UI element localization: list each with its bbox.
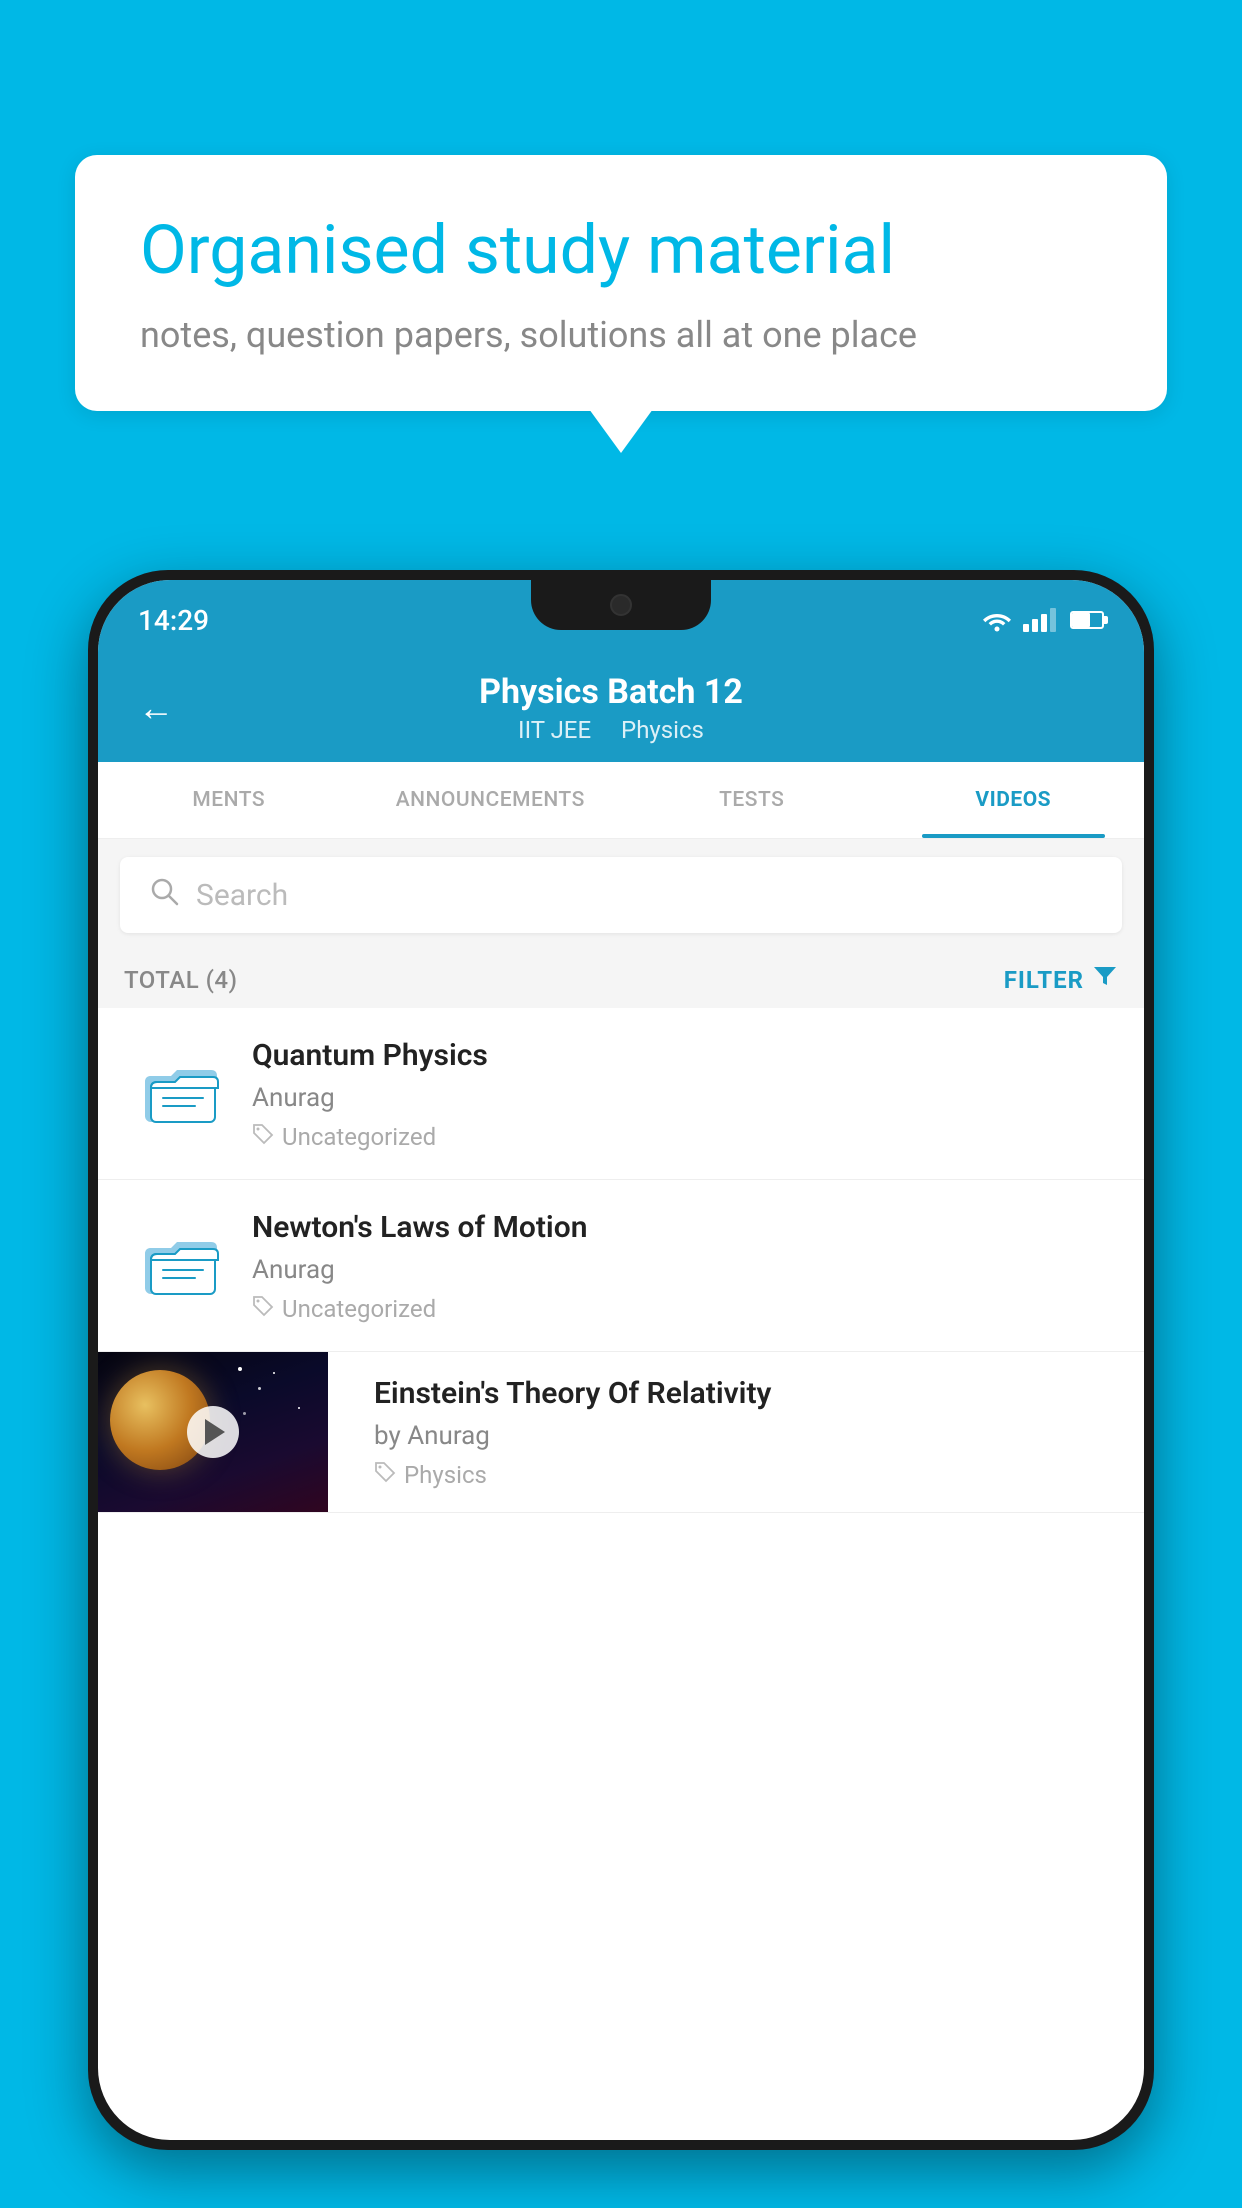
video-tag-text: Uncategorized (282, 1295, 436, 1323)
list-item[interactable]: Newton's Laws of Motion Anurag Uncategor… (98, 1180, 1144, 1352)
video-tag: Uncategorized (252, 1123, 1118, 1151)
filter-bar: TOTAL (4) FILTER (98, 951, 1144, 1008)
search-icon (148, 875, 180, 915)
video-info: Quantum Physics Anurag Uncategorized (252, 1036, 1118, 1151)
video-tag-text: Physics (404, 1461, 487, 1489)
tab-videos[interactable]: VIDEOS (883, 762, 1145, 838)
thumbnail-image (98, 1352, 328, 1512)
video-info: Einstein's Theory Of Relativity by Anura… (352, 1352, 1144, 1512)
video-title: Quantum Physics (252, 1036, 1118, 1075)
filter-label: FILTER (1004, 966, 1084, 994)
folder-icon (138, 1044, 228, 1134)
tag-icon (252, 1295, 274, 1323)
search-placeholder: Search (196, 878, 288, 913)
filter-funnel-icon (1092, 963, 1118, 996)
subtitle-part1: IIT JEE (518, 716, 591, 744)
speech-bubble-headline: Organised study material (140, 210, 1102, 292)
tab-announcements[interactable]: ANNOUNCEMENTS (360, 762, 622, 838)
signal-icon (1023, 608, 1056, 632)
tab-tests[interactable]: TESTS (621, 762, 883, 838)
phone-screen: 14:29 (98, 580, 1144, 2140)
list-item[interactable]: Quantum Physics Anurag Uncategorized (98, 1008, 1144, 1180)
status-time: 14:29 (138, 604, 209, 637)
search-bar[interactable]: Search (120, 857, 1122, 933)
speech-bubble-container: Organised study material notes, question… (75, 155, 1167, 411)
video-tag-text: Uncategorized (282, 1123, 436, 1151)
header-title-section: Physics Batch 12 IIT JEE Physics (194, 672, 1028, 744)
video-tag: Uncategorized (252, 1295, 1118, 1323)
battery-icon (1070, 611, 1104, 629)
video-author: Anurag (252, 1083, 1118, 1113)
list-item[interactable]: Einstein's Theory Of Relativity by Anura… (98, 1352, 1144, 1513)
tag-icon (252, 1123, 274, 1151)
play-button[interactable] (187, 1406, 239, 1458)
video-title: Einstein's Theory Of Relativity (374, 1374, 1122, 1413)
video-title: Newton's Laws of Motion (252, 1208, 1118, 1247)
tab-bar: MENTS ANNOUNCEMENTS TESTS VIDEOS (98, 762, 1144, 839)
video-tag: Physics (374, 1461, 1122, 1489)
video-thumbnail (98, 1352, 328, 1512)
search-container: Search (98, 839, 1144, 951)
folder-icon (138, 1216, 228, 1306)
tab-ments[interactable]: MENTS (98, 762, 360, 838)
back-button[interactable]: ← (138, 687, 174, 729)
video-list: Quantum Physics Anurag Uncategorized (98, 1008, 1144, 1513)
wifi-icon (981, 608, 1013, 632)
subtitle-part2: Physics (621, 716, 704, 744)
video-author: Anurag (252, 1255, 1118, 1285)
header-title: Physics Batch 12 (194, 672, 1028, 712)
speech-bubble: Organised study material notes, question… (75, 155, 1167, 411)
tag-icon (374, 1461, 396, 1489)
header-subtitle: IIT JEE Physics (194, 716, 1028, 744)
phone-frame: 14:29 (88, 570, 1154, 2150)
video-author: by Anurag (374, 1421, 1122, 1451)
video-info: Newton's Laws of Motion Anurag Uncategor… (252, 1208, 1118, 1323)
status-icons (981, 608, 1104, 632)
front-camera (610, 594, 632, 616)
total-count: TOTAL (4) (124, 966, 237, 994)
filter-button[interactable]: FILTER (1004, 963, 1118, 996)
notch (531, 580, 711, 630)
speech-bubble-subtext: notes, question papers, solutions all at… (140, 314, 1102, 356)
app-header: ← Physics Batch 12 IIT JEE Physics (98, 650, 1144, 762)
